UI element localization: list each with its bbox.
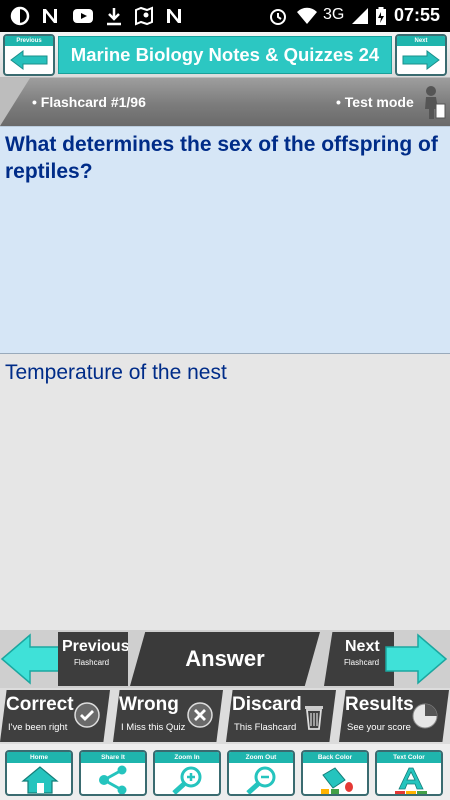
battery-icon bbox=[376, 7, 386, 25]
network-type: 3G bbox=[323, 6, 345, 23]
test-mode-label: • Test mode bbox=[336, 94, 414, 110]
wrong-title: Wrong bbox=[119, 694, 179, 715]
answer-panel: Temperature of the nest bbox=[0, 354, 450, 630]
app-title: Marine Biology Notes & Quizzes 24 bbox=[58, 36, 392, 74]
share-icon bbox=[99, 765, 127, 794]
zoom-in-label: Zoom In bbox=[155, 752, 219, 763]
n-icon bbox=[167, 9, 181, 23]
flashcard-counter: • Flashcard #1/96 bbox=[32, 94, 146, 110]
test-mode-person-icon[interactable] bbox=[418, 84, 446, 122]
wrong-sub: I Miss this Quiz bbox=[121, 722, 186, 733]
home-button[interactable]: Home bbox=[5, 750, 73, 796]
next-label: Next bbox=[397, 36, 445, 46]
title-bar: Previous Marine Biology Notes & Quizzes … bbox=[0, 32, 450, 78]
results-sub: See your score bbox=[347, 722, 411, 733]
youtube-icon bbox=[73, 9, 93, 23]
flashcard-nav-bar: Previous Flashcard Answer Next Flashcard bbox=[0, 630, 450, 688]
question-text: What determines the sex of the offspring… bbox=[5, 133, 438, 183]
results-title: Results bbox=[345, 694, 414, 715]
tools-bar: Home Share It Zoom In Zoom Out Back Colo… bbox=[0, 744, 450, 800]
share-button[interactable]: Share It bbox=[79, 750, 147, 796]
previous-label: Previous bbox=[5, 36, 53, 46]
flashcard-info-bar: • Flashcard #1/96 • Test mode bbox=[0, 78, 450, 126]
map-icon bbox=[135, 6, 153, 26]
back-color-button[interactable]: Back Color bbox=[301, 750, 369, 796]
right-arrow-icon[interactable] bbox=[384, 633, 448, 685]
text-color-label: Text Color bbox=[377, 752, 441, 763]
correct-button[interactable]: Correct I've been right bbox=[0, 690, 110, 742]
discard-sub: This Flashcard bbox=[234, 722, 297, 733]
circle-half-icon bbox=[10, 6, 30, 26]
x-icon bbox=[187, 702, 213, 728]
home-label: Home bbox=[7, 752, 71, 763]
right-arrow-icon bbox=[402, 50, 440, 70]
zoom-out-button[interactable]: Zoom Out bbox=[227, 750, 295, 796]
download-icon bbox=[107, 8, 121, 26]
next-label: Next bbox=[345, 638, 380, 655]
zoom-in-icon bbox=[172, 766, 202, 794]
answer-text: Temperature of the nest bbox=[5, 361, 227, 384]
text-color-button[interactable]: Text Color bbox=[375, 750, 443, 796]
clock: 07:55 bbox=[393, 5, 440, 25]
left-arrow-icon bbox=[0, 633, 63, 685]
wifi-icon bbox=[297, 7, 317, 24]
text-color-icon bbox=[395, 767, 427, 794]
previous-sub-label: Flashcard bbox=[74, 658, 110, 667]
previous-page-button[interactable]: Previous bbox=[3, 34, 55, 76]
decorative-stripe bbox=[0, 78, 30, 126]
discard-title: Discard bbox=[232, 694, 302, 715]
zoom-out-label: Zoom Out bbox=[229, 752, 293, 763]
previous-flashcard-button[interactable]: Previous Flashcard bbox=[0, 630, 130, 688]
status-bar: 3G 07:55 bbox=[0, 0, 450, 32]
n-icon bbox=[43, 9, 57, 23]
signal-icon bbox=[352, 8, 368, 24]
question-panel: What determines the sex of the offspring… bbox=[0, 126, 450, 354]
trash-icon bbox=[305, 706, 323, 730]
back-color-label: Back Color bbox=[303, 752, 367, 763]
pie-icon bbox=[412, 703, 438, 729]
correct-sub: I've been right bbox=[8, 722, 68, 733]
next-page-button[interactable]: Next bbox=[395, 34, 447, 76]
result-bar: Correct I've been right Wrong I Miss thi… bbox=[0, 688, 450, 744]
paint-bucket-icon bbox=[321, 767, 353, 794]
discard-button[interactable]: Discard This Flashcard bbox=[226, 690, 336, 742]
previous-block: Previous Flashcard bbox=[58, 632, 128, 686]
check-icon bbox=[74, 702, 100, 728]
wrong-button[interactable]: Wrong I Miss this Quiz bbox=[113, 690, 223, 742]
correct-title: Correct bbox=[6, 694, 74, 715]
answer-button[interactable]: Answer bbox=[130, 632, 320, 686]
results-button[interactable]: Results See your score bbox=[339, 690, 449, 742]
alarm-icon bbox=[270, 9, 286, 25]
zoom-in-button[interactable]: Zoom In bbox=[153, 750, 221, 796]
share-label: Share It bbox=[81, 752, 145, 763]
home-icon bbox=[21, 766, 59, 794]
left-arrow-icon bbox=[10, 50, 48, 70]
zoom-out-icon bbox=[246, 766, 276, 794]
next-sub-label: Flashcard bbox=[344, 658, 380, 667]
previous-label: Previous bbox=[62, 638, 130, 655]
